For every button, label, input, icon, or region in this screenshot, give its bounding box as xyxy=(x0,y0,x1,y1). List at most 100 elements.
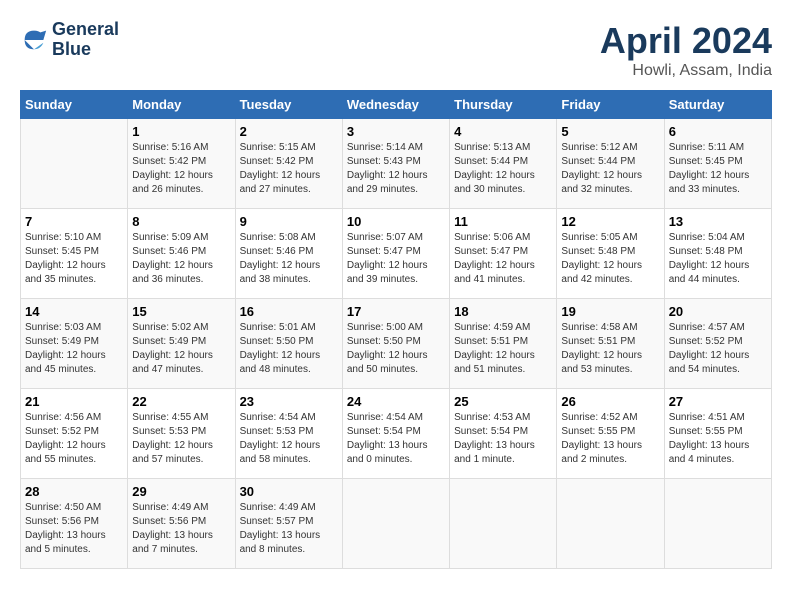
calendar-cell: 27 Sunrise: 4:51 AM Sunset: 5:55 PM Dayli… xyxy=(664,389,771,479)
weekday-header-tuesday: Tuesday xyxy=(235,91,342,119)
calendar-cell xyxy=(342,479,449,569)
calendar-cell: 1 Sunrise: 5:16 AM Sunset: 5:42 PM Daylig… xyxy=(128,119,235,209)
day-number: 18 xyxy=(454,304,552,319)
day-number: 17 xyxy=(347,304,445,319)
day-number: 14 xyxy=(25,304,123,319)
day-info: Sunrise: 5:11 AM Sunset: 5:45 PM Dayligh… xyxy=(669,141,767,197)
day-info: Sunrise: 5:15 AM Sunset: 5:42 PM Dayligh… xyxy=(240,141,338,197)
day-info: Sunrise: 5:04 AM Sunset: 5:48 PM Dayligh… xyxy=(669,231,767,287)
calendar-cell: 11Sunrise: 5:06 AM Sunset: 5:47 PM Dayli… xyxy=(450,209,557,299)
day-info: Sunrise: 5:12 AM Sunset: 5:44 PM Dayligh… xyxy=(561,141,659,197)
day-info: Sunrise: 5:08 AM Sunset: 5:46 PM Dayligh… xyxy=(240,231,338,287)
calendar-cell: 6 Sunrise: 5:11 AM Sunset: 5:45 PM Daylig… xyxy=(664,119,771,209)
day-info: Sunrise: 4:55 AM Sunset: 5:53 PM Dayligh… xyxy=(132,411,230,467)
calendar-cell: 23 Sunrise: 4:54 AM Sunset: 5:53 PM Dayli… xyxy=(235,389,342,479)
calendar-cell: 2 Sunrise: 5:15 AM Sunset: 5:42 PM Daylig… xyxy=(235,119,342,209)
calendar-cell: 29 Sunrise: 4:49 AM Sunset: 5:56 PM Dayli… xyxy=(128,479,235,569)
day-number: 29 xyxy=(132,484,230,499)
day-number: 16 xyxy=(240,304,338,319)
calendar-cell: 12 Sunrise: 5:05 AM Sunset: 5:48 PM Dayli… xyxy=(557,209,664,299)
calendar-cell: 16 Sunrise: 5:01 AM Sunset: 5:50 PM Dayli… xyxy=(235,299,342,389)
weekday-header-wednesday: Wednesday xyxy=(342,91,449,119)
weekday-header-row: SundayMondayTuesdayWednesdayThursdayFrid… xyxy=(21,91,772,119)
day-number: 4 xyxy=(454,124,552,139)
calendar-cell: 25 Sunrise: 4:53 AM Sunset: 5:54 PM Dayli… xyxy=(450,389,557,479)
day-info: Sunrise: 4:49 AM Sunset: 5:57 PM Dayligh… xyxy=(240,501,338,557)
logo-icon xyxy=(20,26,48,54)
day-info: Sunrise: 5:10 AM Sunset: 5:45 PM Dayligh… xyxy=(25,231,123,287)
day-number: 7 xyxy=(25,214,123,229)
calendar-cell: 10 Sunrise: 5:07 AM Sunset: 5:47 PM Dayli… xyxy=(342,209,449,299)
day-number: 21 xyxy=(25,394,123,409)
day-info: Sunrise: 4:54 AM Sunset: 5:53 PM Dayligh… xyxy=(240,411,338,467)
day-info: Sunrise: 4:54 AM Sunset: 5:54 PM Dayligh… xyxy=(347,411,445,467)
day-number: 20 xyxy=(669,304,767,319)
week-row-3: 14 Sunrise: 5:03 AM Sunset: 5:49 PM Dayli… xyxy=(21,299,772,389)
day-info: Sunrise: 4:51 AM Sunset: 5:55 PM Dayligh… xyxy=(669,411,767,467)
weekday-header-monday: Monday xyxy=(128,91,235,119)
weekday-header-thursday: Thursday xyxy=(450,91,557,119)
day-number: 28 xyxy=(25,484,123,499)
calendar-cell: 26 Sunrise: 4:52 AM Sunset: 5:55 PM Dayli… xyxy=(557,389,664,479)
day-info: Sunrise: 5:05 AM Sunset: 5:48 PM Dayligh… xyxy=(561,231,659,287)
day-number: 3 xyxy=(347,124,445,139)
day-info: Sunrise: 5:02 AM Sunset: 5:49 PM Dayligh… xyxy=(132,321,230,377)
day-info: Sunrise: 4:59 AM Sunset: 5:51 PM Dayligh… xyxy=(454,321,552,377)
day-number: 25 xyxy=(454,394,552,409)
day-info: Sunrise: 4:56 AM Sunset: 5:52 PM Dayligh… xyxy=(25,411,123,467)
day-number: 30 xyxy=(240,484,338,499)
calendar-table: SundayMondayTuesdayWednesdayThursdayFrid… xyxy=(20,90,772,569)
day-info: Sunrise: 5:03 AM Sunset: 5:49 PM Dayligh… xyxy=(25,321,123,377)
calendar-cell: 28 Sunrise: 4:50 AM Sunset: 5:56 PM Dayli… xyxy=(21,479,128,569)
day-number: 6 xyxy=(669,124,767,139)
weekday-header-friday: Friday xyxy=(557,91,664,119)
day-info: Sunrise: 5:09 AM Sunset: 5:46 PM Dayligh… xyxy=(132,231,230,287)
calendar-cell: 13 Sunrise: 5:04 AM Sunset: 5:48 PM Dayli… xyxy=(664,209,771,299)
day-number: 27 xyxy=(669,394,767,409)
calendar-cell: 5 Sunrise: 5:12 AM Sunset: 5:44 PM Daylig… xyxy=(557,119,664,209)
day-info: Sunrise: 5:01 AM Sunset: 5:50 PM Dayligh… xyxy=(240,321,338,377)
day-number: 13 xyxy=(669,214,767,229)
title-block: April 2024 Howli, Assam, India xyxy=(600,20,772,80)
day-info: Sunrise: 4:58 AM Sunset: 5:51 PM Dayligh… xyxy=(561,321,659,377)
day-number: 1 xyxy=(132,124,230,139)
day-number: 22 xyxy=(132,394,230,409)
calendar-cell: 30 Sunrise: 4:49 AM Sunset: 5:57 PM Dayli… xyxy=(235,479,342,569)
day-number: 2 xyxy=(240,124,338,139)
day-info: Sunrise: 5:00 AM Sunset: 5:50 PM Dayligh… xyxy=(347,321,445,377)
day-info: Sunrise: 5:07 AM Sunset: 5:47 PM Dayligh… xyxy=(347,231,445,287)
day-number: 26 xyxy=(561,394,659,409)
day-number: 19 xyxy=(561,304,659,319)
day-info: Sunrise: 4:50 AM Sunset: 5:56 PM Dayligh… xyxy=(25,501,123,557)
calendar-cell xyxy=(557,479,664,569)
calendar-cell xyxy=(664,479,771,569)
day-number: 10 xyxy=(347,214,445,229)
day-info: Sunrise: 5:14 AM Sunset: 5:43 PM Dayligh… xyxy=(347,141,445,197)
day-info: Sunrise: 4:53 AM Sunset: 5:54 PM Dayligh… xyxy=(454,411,552,467)
day-info: Sunrise: 5:16 AM Sunset: 5:42 PM Dayligh… xyxy=(132,141,230,197)
day-info: Sunrise: 4:57 AM Sunset: 5:52 PM Dayligh… xyxy=(669,321,767,377)
calendar-cell: 22 Sunrise: 4:55 AM Sunset: 5:53 PM Dayli… xyxy=(128,389,235,479)
calendar-cell: 17 Sunrise: 5:00 AM Sunset: 5:50 PM Dayli… xyxy=(342,299,449,389)
calendar-cell: 9 Sunrise: 5:08 AM Sunset: 5:46 PM Daylig… xyxy=(235,209,342,299)
calendar-cell: 3 Sunrise: 5:14 AM Sunset: 5:43 PM Daylig… xyxy=(342,119,449,209)
day-number: 12 xyxy=(561,214,659,229)
calendar-cell: 7 Sunrise: 5:10 AM Sunset: 5:45 PM Daylig… xyxy=(21,209,128,299)
page-header: General Blue April 2024 Howli, Assam, In… xyxy=(20,20,772,80)
logo-text: General Blue xyxy=(52,20,119,60)
calendar-cell: 4Sunrise: 5:13 AM Sunset: 5:44 PM Daylig… xyxy=(450,119,557,209)
weekday-header-saturday: Saturday xyxy=(664,91,771,119)
day-info: Sunrise: 4:52 AM Sunset: 5:55 PM Dayligh… xyxy=(561,411,659,467)
day-info: Sunrise: 4:49 AM Sunset: 5:56 PM Dayligh… xyxy=(132,501,230,557)
logo: General Blue xyxy=(20,20,119,60)
calendar-cell xyxy=(21,119,128,209)
weekday-header-sunday: Sunday xyxy=(21,91,128,119)
calendar-cell: 8Sunrise: 5:09 AM Sunset: 5:46 PM Daylig… xyxy=(128,209,235,299)
day-number: 9 xyxy=(240,214,338,229)
day-number: 24 xyxy=(347,394,445,409)
calendar-cell: 20 Sunrise: 4:57 AM Sunset: 5:52 PM Dayli… xyxy=(664,299,771,389)
calendar-cell: 15Sunrise: 5:02 AM Sunset: 5:49 PM Dayli… xyxy=(128,299,235,389)
day-number: 23 xyxy=(240,394,338,409)
day-number: 5 xyxy=(561,124,659,139)
month-title: April 2024 xyxy=(600,20,772,62)
